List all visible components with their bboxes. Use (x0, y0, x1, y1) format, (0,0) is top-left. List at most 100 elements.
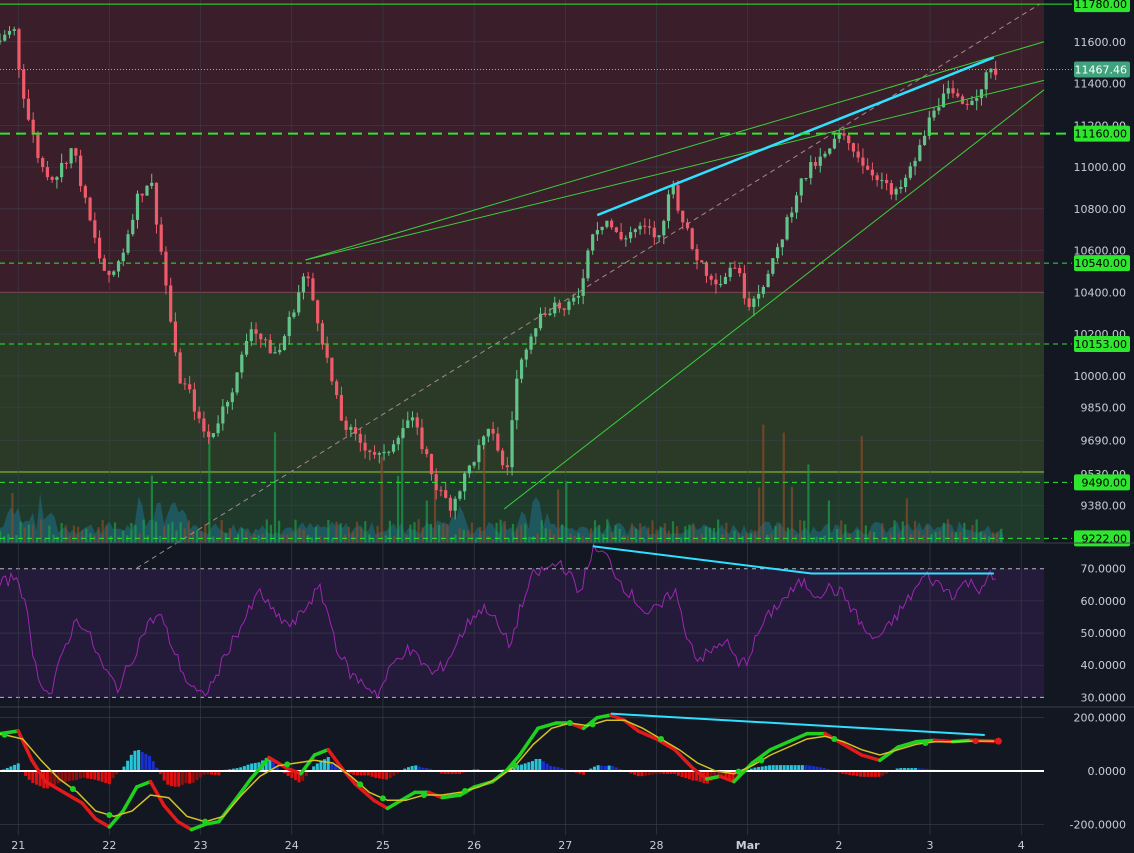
volume-bar (503, 521, 506, 543)
candle-body (197, 411, 201, 419)
time-tick-label: 25 (376, 839, 390, 852)
macd-histogram-bar (100, 771, 104, 782)
volume-bar (676, 526, 679, 543)
volume-bar (717, 519, 720, 543)
macd-cross-marker (379, 795, 386, 802)
candle-body (885, 179, 889, 184)
volume-bar (0, 530, 2, 543)
candle-body (439, 490, 443, 492)
volume-bar (401, 432, 404, 543)
volume-bar (392, 535, 396, 543)
candle-body (951, 88, 955, 94)
volume-bar (684, 526, 687, 543)
macd-histogram-bar (86, 771, 90, 779)
candle-body (538, 313, 543, 329)
trading-chart[interactable]: 11600.0011400.0011200.0011000.0010800.00… (0, 0, 1134, 853)
volume-bar (483, 437, 486, 543)
candle-body (534, 328, 538, 337)
candle-body (842, 133, 846, 136)
volume-bar (622, 535, 625, 543)
candle-body (112, 271, 116, 275)
price-tick-label: 9380.00 (1081, 499, 1127, 512)
candle-body (666, 194, 671, 221)
candle-body (766, 273, 770, 287)
volume-bar (35, 538, 39, 543)
candle-body (60, 162, 64, 178)
candle-body (600, 226, 604, 231)
candle-body (249, 329, 253, 341)
volume-bar (421, 527, 424, 543)
volume-bar (897, 532, 900, 543)
volume-bar (159, 535, 162, 543)
macd-histogram-bar (137, 749, 141, 771)
candle-body (221, 406, 225, 424)
candle-body (202, 418, 206, 432)
macd-histogram-bar (93, 771, 97, 780)
candle-body (515, 378, 519, 421)
volume-bar (889, 532, 892, 543)
volume-bar (540, 520, 543, 543)
macd-cross-marker (566, 720, 573, 726)
level-badge: 11780.00 (1075, 0, 1128, 11)
volume-bar (458, 528, 461, 543)
macd-histogram-bar (89, 771, 93, 780)
volume-bar (967, 536, 970, 543)
volume-bar (856, 530, 859, 543)
macd-histogram-bar (177, 771, 181, 787)
level-badge: 11160.00 (1075, 128, 1128, 141)
volume-bar (766, 534, 769, 543)
candle-body (700, 260, 704, 263)
candle-body (652, 227, 656, 238)
time-tick-label: 27 (558, 839, 572, 852)
candle-body (851, 143, 856, 152)
volume-bar (532, 536, 535, 543)
candle-body (894, 188, 898, 195)
time-tick-label: 26 (467, 839, 481, 852)
volume-bar (807, 464, 810, 543)
volume-bar (938, 531, 941, 543)
volume-bar (195, 530, 199, 543)
volume-bar (495, 522, 498, 543)
candle-body (628, 232, 633, 239)
volume-bar (376, 525, 379, 543)
volume-bar (72, 525, 76, 543)
macd-histogram-bar (129, 754, 133, 771)
macd-histogram-bar (64, 771, 68, 782)
macd-cross-marker (658, 736, 665, 742)
volume-bar (474, 537, 478, 543)
volume-bar (725, 522, 728, 543)
candle-body (401, 428, 405, 438)
candle-body (847, 135, 851, 144)
volume-bar (704, 526, 707, 543)
candle-body (728, 267, 732, 277)
candle-body (799, 178, 803, 196)
candle-body (657, 235, 661, 238)
candle-body (278, 350, 282, 353)
macd-cross-marker (462, 788, 469, 794)
volume-bar (290, 532, 293, 543)
volume-bar (126, 535, 129, 543)
volume-bar (134, 525, 137, 543)
candle-body (742, 273, 746, 299)
candle-body (22, 69, 26, 99)
macd-cross-marker (69, 786, 76, 792)
macd-histogram-bar (162, 771, 166, 781)
volume-bar (64, 525, 67, 543)
volume-bar (733, 530, 736, 543)
candle-body (548, 313, 552, 315)
candle-body (903, 177, 908, 187)
candle-body (88, 197, 92, 221)
volume-bar (926, 525, 929, 543)
volume-bar (548, 528, 552, 543)
volume-bar (204, 524, 207, 543)
volume-bar (122, 530, 125, 543)
volume-bar (183, 528, 186, 543)
volume-bar (27, 524, 30, 543)
macd-histogram-bar (16, 763, 20, 771)
candle-body (690, 228, 694, 249)
macd-histogram-bar (377, 771, 381, 779)
candle-body (581, 278, 585, 296)
candle-body (956, 93, 960, 97)
macd-cross-marker (589, 721, 596, 728)
candle-body (292, 312, 296, 317)
